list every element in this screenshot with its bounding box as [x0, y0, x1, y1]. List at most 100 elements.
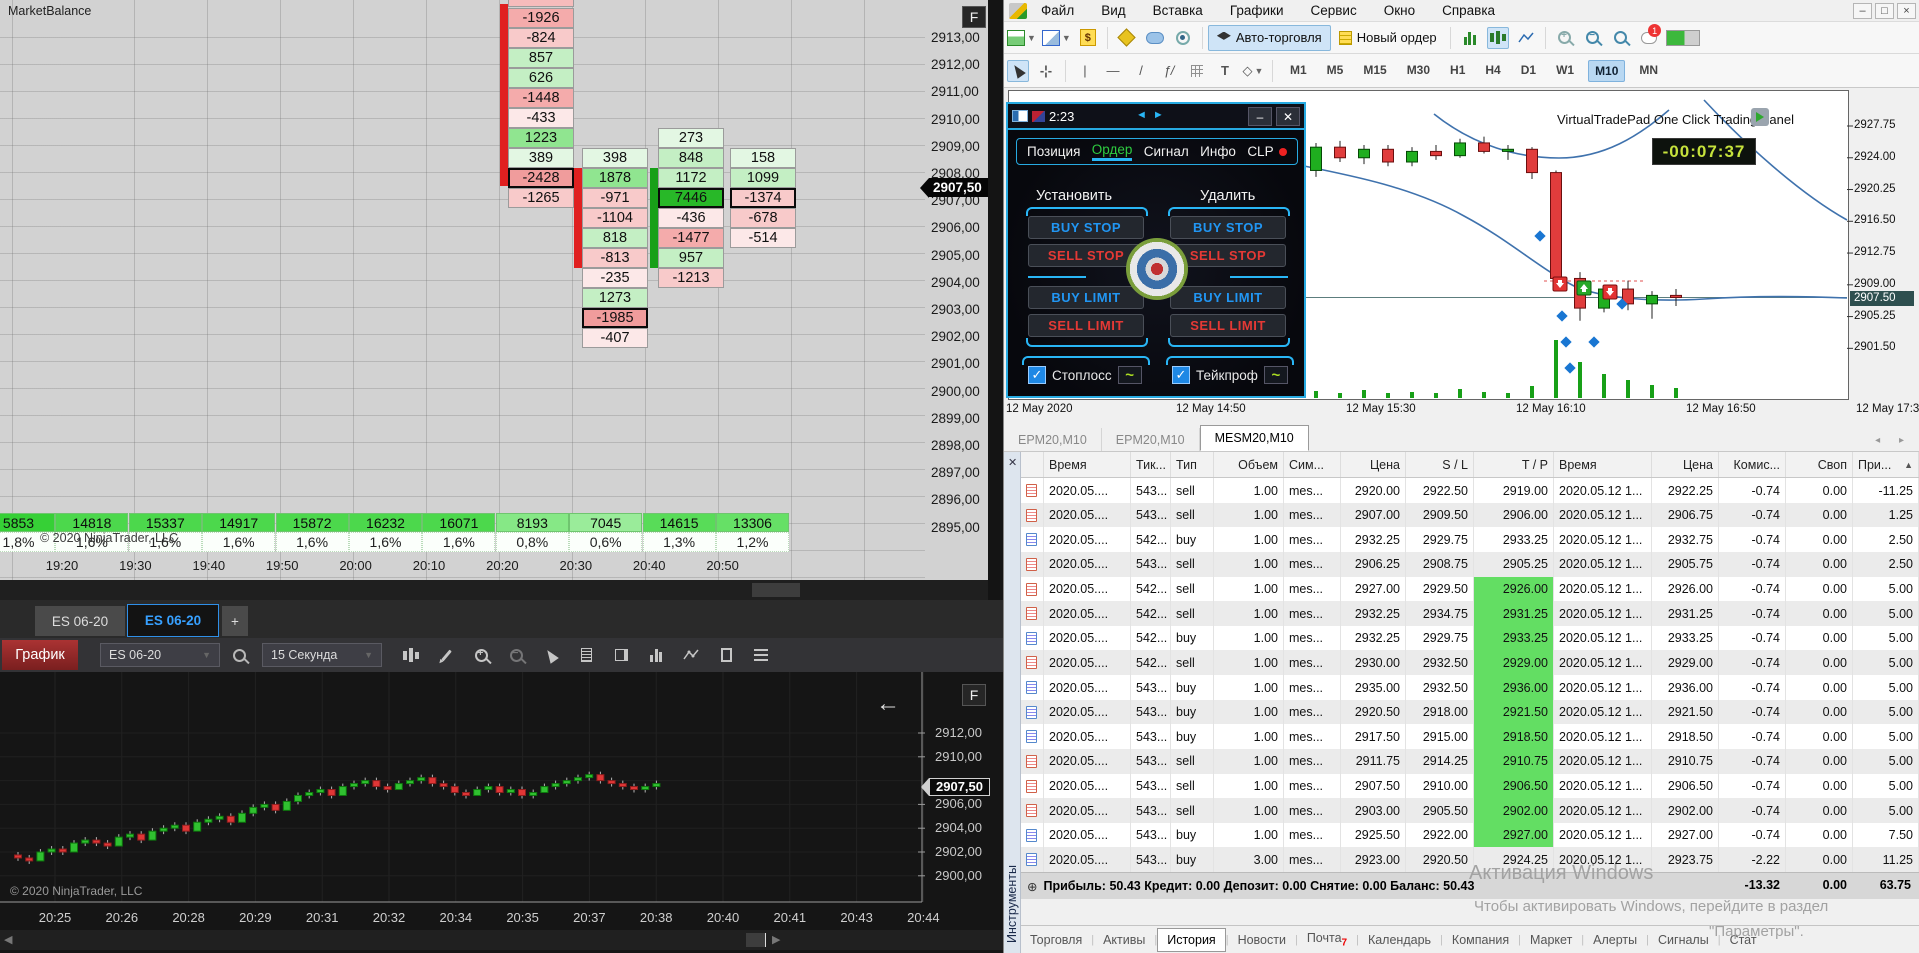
search-icon[interactable]	[226, 643, 252, 667]
vtp-tab-Сигнал[interactable]: Сигнал	[1144, 144, 1189, 159]
instrument-select[interactable]: ES 06-20 ▼	[100, 643, 220, 667]
header-S / L[interactable]: S / L	[1406, 452, 1474, 477]
close-icon[interactable]: ✕	[1008, 456, 1017, 469]
vtp-tab-CLP[interactable]: CLP	[1247, 144, 1273, 159]
crosshair-icon[interactable]: -¦-	[1035, 60, 1057, 82]
history-row[interactable]: 2020.05.... 543... buy 1.00 mes... 2920.50 291…	[1021, 699, 1919, 725]
timeframe-M15[interactable]: M15	[1357, 60, 1392, 82]
header-Время[interactable]: Время	[1044, 452, 1131, 477]
header-Тип[interactable]: Тип	[1171, 452, 1214, 477]
chart-tab-EPM20,M10[interactable]: EPM20,M10	[1102, 428, 1200, 451]
menu-item-Графики[interactable]: Графики	[1230, 3, 1284, 18]
nt-orderflow-plot[interactable]: MarketBalance © 2020 NinjaTrader, LLC -1…	[0, 0, 925, 580]
data-window-icon[interactable]	[1144, 27, 1166, 49]
bottom-tab-Сигналы[interactable]: Сигналы	[1649, 929, 1718, 951]
toolbox-icon[interactable]	[1116, 27, 1138, 49]
vtp-close-button[interactable]: ✕	[1276, 107, 1300, 126]
history-row[interactable]: 2020.05.... 543... buy 1.00 mes... 2925.50 292…	[1021, 822, 1919, 848]
chart-menu-button[interactable]: График	[2, 640, 78, 670]
menu-item-Вид[interactable]: Вид	[1101, 3, 1125, 18]
zoom-in-icon[interactable]: +	[468, 643, 494, 667]
cursor-icon[interactable]	[1007, 59, 1029, 82]
new-chart-icon[interactable]: ▼	[1007, 27, 1036, 49]
cursor-icon[interactable]	[538, 643, 564, 667]
history-row[interactable]: 2020.05.... 543... buy 1.00 mes... 2935.00 293…	[1021, 675, 1919, 701]
history-row[interactable]: 2020.05.... 543... sell 1.00 mes... 2911.75 29…	[1021, 748, 1919, 774]
header-Комис...[interactable]: Комис...	[1719, 452, 1786, 477]
history-row[interactable]: 2020.05.... 543... buy 1.00 mes... 2917.50 291…	[1021, 724, 1919, 750]
bottom-tab-Новости[interactable]: Новости	[1229, 929, 1295, 951]
timeframe-W1[interactable]: W1	[1550, 60, 1580, 82]
tab-scroll-arrows[interactable]: ◂ ▸	[1875, 435, 1912, 446]
vtp-tab-Ордер[interactable]: Ордер	[1091, 142, 1133, 161]
nt-top-hscrollbar[interactable]	[0, 580, 988, 600]
timeframe-M1[interactable]: M1	[1284, 60, 1313, 82]
vtp-minimize-button[interactable]: –	[1248, 107, 1272, 126]
nt-bottom-hscrollbar[interactable]: ◀ ▶	[0, 930, 1003, 950]
left-arrow-icon[interactable]: ←	[876, 690, 900, 718]
vtp-tab-Инфо[interactable]: Инфо	[1200, 144, 1236, 159]
history-row[interactable]: 2020.05.... 543... sell 1.00 mes... 2907.00 29…	[1021, 502, 1919, 528]
history-row[interactable]: 2020.05.... 542... buy 1.00 mes... 2932.25 292…	[1021, 527, 1919, 553]
history-row[interactable]: 2020.05.... 543... sell 1.00 mes... 2906.25 29…	[1021, 551, 1919, 577]
bottom-tab-Почта[interactable]: Почта7	[1298, 927, 1356, 953]
menu-item-Окно[interactable]: Окно	[1384, 3, 1415, 18]
signal-icon[interactable]	[1172, 27, 1194, 49]
bottom-tab-Алерты[interactable]: Алерты	[1584, 929, 1646, 951]
header-Время[interactable]: Время	[1554, 452, 1652, 477]
report-icon[interactable]	[573, 643, 599, 667]
header-T / P[interactable]: T / P	[1474, 452, 1554, 477]
chart-tab-MESM20,M10[interactable]: MESM20,M10	[1199, 425, 1309, 451]
timeframe-H4[interactable]: H4	[1479, 60, 1506, 82]
layout-icon[interactable]	[608, 643, 634, 667]
set-sell-limit-button[interactable]: SELL LIMIT	[1028, 314, 1144, 337]
bottom-tab-Календарь[interactable]: Календарь	[1359, 929, 1440, 951]
close-button[interactable]: ×	[1897, 3, 1916, 19]
bottom-tab-История[interactable]: История	[1157, 927, 1226, 952]
bullseye-icon[interactable]	[1126, 238, 1188, 300]
nt-top-price-axis[interactable]: F 2913,00 2912,00 2911,00 2910,00 2909,00 290…	[925, 0, 988, 580]
timeframe-M10[interactable]: M10	[1588, 59, 1626, 82]
strategy-tester-icon[interactable]: $	[1077, 27, 1099, 49]
menu-item-Вставка[interactable]: Вставка	[1153, 3, 1203, 18]
restore-button[interactable]: □	[1875, 3, 1894, 19]
header-Тик...[interactable]: Тик...	[1131, 452, 1171, 477]
bars-chart-icon[interactable]	[1459, 27, 1481, 49]
profiles-icon[interactable]: ▼	[1041, 27, 1071, 49]
header-Цена[interactable]: Цена	[1341, 452, 1406, 477]
notes-icon[interactable]	[713, 643, 739, 667]
candles-chart-icon[interactable]	[1486, 26, 1509, 49]
list-icon[interactable]	[748, 643, 774, 667]
vtp-titlebar[interactable]: 2:23 ◄► – ✕	[1008, 104, 1304, 130]
history-row[interactable]: 2020.05.... 542... sell 1.00 mes... 2932.25 29…	[1021, 601, 1919, 627]
mt5-chart[interactable]: VirtualTradePad One Click Trading Panel …	[1004, 88, 1919, 425]
nt-candle-chart[interactable]: ← F 2912,00 2910,00 2906,00 2904,00 2902,00 2…	[0, 672, 1003, 953]
history-row[interactable]: 2020.05.... 543... sell 1.00 mes... 2907.50 29…	[1021, 773, 1919, 799]
minimize-button[interactable]: –	[1853, 3, 1872, 19]
wave-icon[interactable]: ~	[1117, 366, 1142, 384]
line-chart-icon[interactable]	[1515, 27, 1537, 49]
tab-es-06-20-active[interactable]: ES 06-20	[127, 604, 219, 637]
interval-select[interactable]: 15 Секунда ▼	[262, 643, 382, 667]
vtp-tab-Позиция[interactable]: Позиция	[1027, 144, 1080, 159]
tab-es-06-20-inactive[interactable]: ES 06-20	[35, 606, 125, 636]
wave-icon[interactable]: ~	[1263, 366, 1288, 384]
timeframe-M5[interactable]: M5	[1321, 60, 1350, 82]
set-buy-stop-button[interactable]: BUY STOP	[1028, 216, 1144, 239]
chart-style-icon[interactable]	[398, 643, 424, 667]
bottom-tab-Торговля[interactable]: Торговля	[1021, 929, 1091, 951]
history-row[interactable]: 2020.05.... 542... sell 1.00 mes... 2930.00 29…	[1021, 650, 1919, 676]
nt-focus-button[interactable]: F	[962, 6, 986, 28]
chart-tab-EPM20,M10[interactable]: EPM20,M10	[1004, 428, 1102, 451]
history-row[interactable]: 2020.05.... 542... sell 1.00 mes... 2927.00 29…	[1021, 576, 1919, 602]
timeframe-H1[interactable]: H1	[1444, 60, 1471, 82]
search-icon[interactable]	[1610, 27, 1632, 49]
scroll-thumb[interactable]	[746, 933, 766, 947]
trendline-icon[interactable]: /	[1130, 60, 1152, 82]
nt-right-scrollbar[interactable]	[988, 0, 1003, 600]
bottom-tab-Компания[interactable]: Компания	[1443, 929, 1518, 951]
delete-buy-limit-button[interactable]: BUY LIMIT	[1170, 286, 1286, 309]
fibonacci-icon[interactable]: ƒ/	[1158, 60, 1180, 82]
histogram-icon[interactable]	[643, 643, 669, 667]
scroll-right-icon[interactable]: ▶	[772, 933, 780, 946]
